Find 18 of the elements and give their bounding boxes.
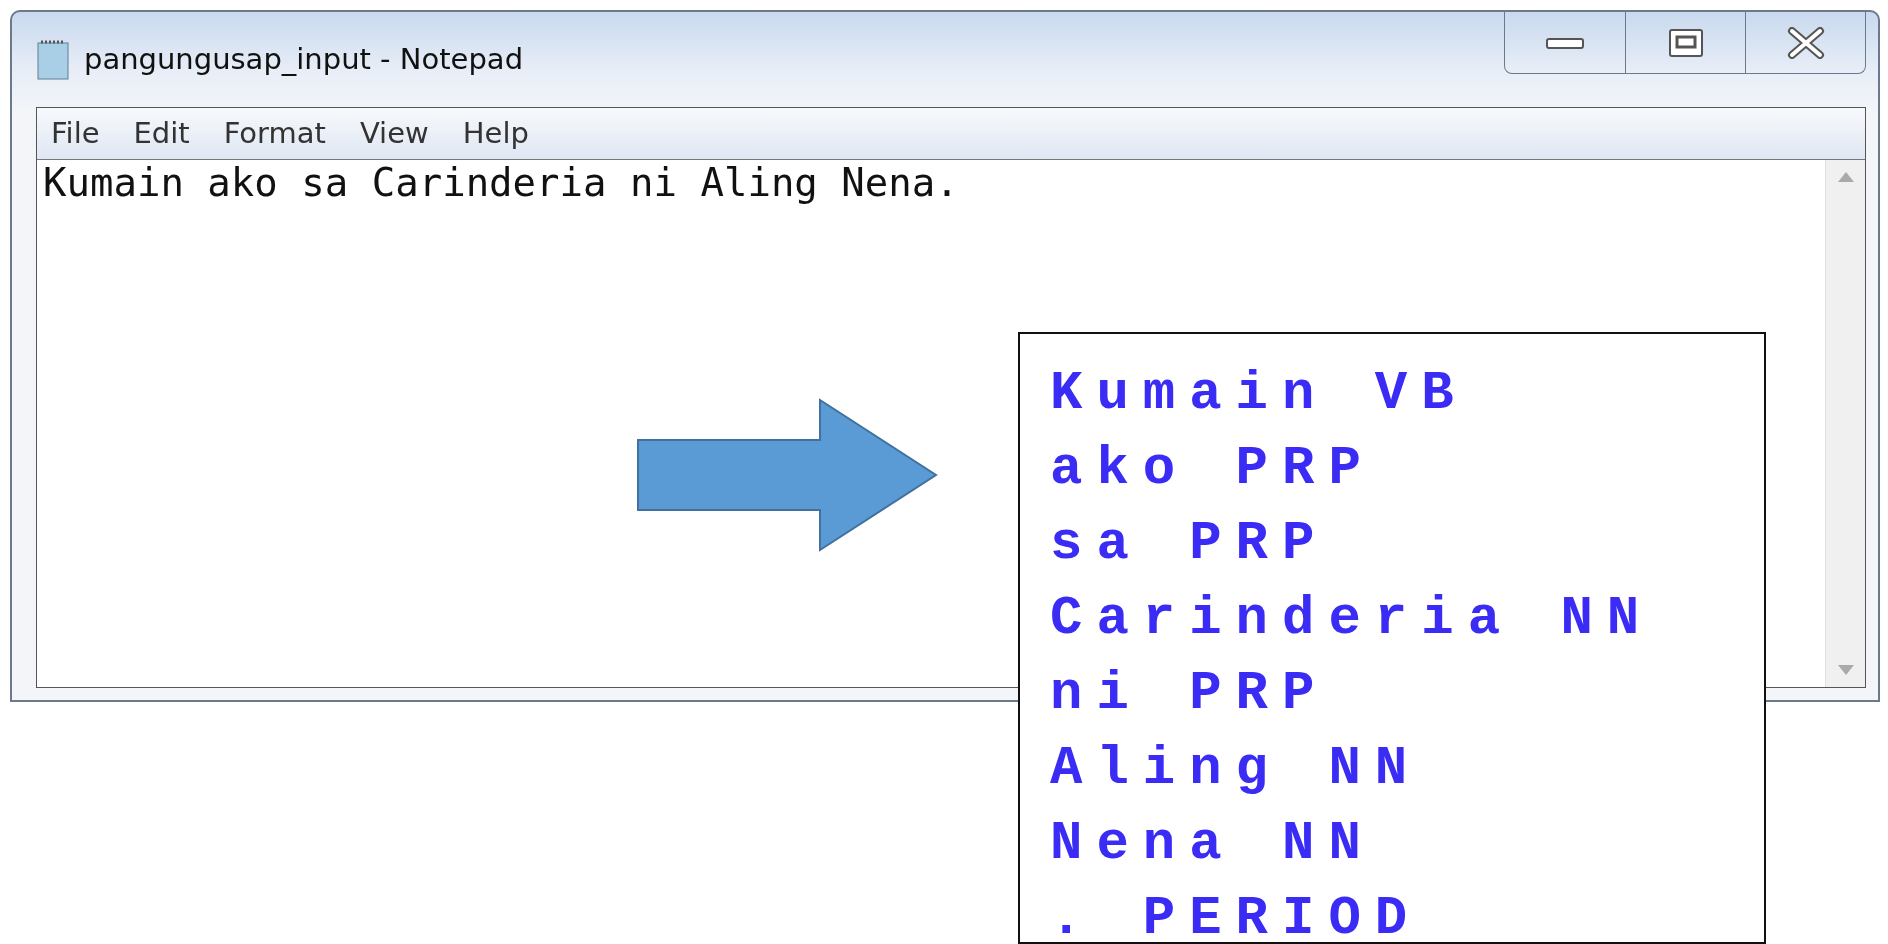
tagged-token: ako PRP bbox=[1050, 437, 1376, 501]
tagged-token: Nena NN bbox=[1050, 812, 1376, 876]
menu-item[interactable]: View bbox=[359, 111, 429, 156]
menu-item[interactable]: File bbox=[51, 111, 100, 156]
notepad-icon bbox=[36, 38, 70, 81]
menu-item[interactable]: Help bbox=[462, 111, 529, 156]
close-icon bbox=[1785, 26, 1826, 59]
tagged-token: . PERIOD bbox=[1050, 887, 1423, 942]
tagged-token: Carinderia NN bbox=[1050, 587, 1655, 651]
menu-item[interactable]: Format bbox=[223, 111, 326, 156]
menu-item[interactable]: Edit bbox=[133, 111, 190, 156]
tagged-token: sa PRP bbox=[1050, 512, 1330, 576]
window-title: pangungusap_input - Notepad bbox=[84, 40, 524, 78]
tagged-token: ni PRP bbox=[1050, 662, 1330, 726]
text-content: Kumain ako sa Carinderia ni Aling Nena. bbox=[43, 160, 959, 205]
maximize-icon bbox=[1667, 27, 1704, 58]
tagged-token: Kumain VB bbox=[1050, 362, 1469, 426]
tagged-token: Aling NN bbox=[1050, 737, 1423, 801]
